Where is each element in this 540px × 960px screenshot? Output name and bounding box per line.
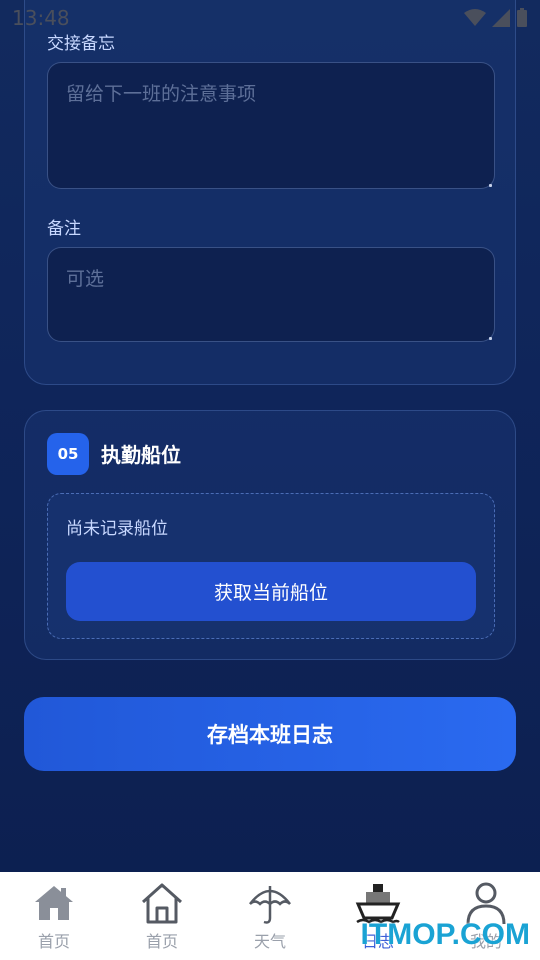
position-box: 尚未记录船位 获取当前船位	[47, 493, 495, 639]
status-time: 13:48	[12, 6, 70, 30]
position-empty-text: 尚未记录船位	[66, 519, 168, 539]
tab-home-2[interactable]: 首页	[108, 872, 216, 960]
umbrella-icon	[249, 886, 291, 924]
resize-handle-icon[interactable]	[489, 184, 492, 187]
cell-signal-icon	[492, 9, 510, 27]
notes-card: 交接备忘 留给下一班的注意事项 备注 可选	[24, 0, 516, 385]
house-filled-icon	[35, 886, 73, 920]
step-badge: 05	[47, 433, 89, 475]
section-title: 执勤船位	[101, 443, 181, 467]
tab-label: 首页	[37, 932, 70, 951]
position-card: 05 执勤船位 尚未记录船位 获取当前船位	[24, 410, 516, 660]
wifi-icon	[464, 9, 486, 26]
tab-label: 天气	[253, 932, 286, 951]
remarks-textarea[interactable]: 可选	[47, 247, 495, 342]
status-icons	[464, 8, 528, 28]
handover-placeholder: 留给下一班的注意事项	[66, 83, 257, 105]
house-outline-icon	[141, 883, 183, 924]
remarks-placeholder: 可选	[66, 268, 105, 290]
get-position-button[interactable]: 获取当前船位	[66, 562, 476, 621]
status-bar: 13:48	[0, 0, 540, 36]
remarks-label: 备注	[47, 219, 81, 239]
watermark: ITMOP.COM	[360, 918, 530, 951]
tab-label: 首页	[145, 932, 178, 951]
handover-textarea[interactable]: 留给下一班的注意事项	[47, 62, 495, 189]
resize-handle-icon[interactable]	[489, 337, 492, 340]
tab-weather[interactable]: 天气	[216, 872, 324, 960]
tab-home[interactable]: 首页	[0, 872, 108, 960]
save-log-button[interactable]: 存档本班日志	[24, 697, 516, 771]
battery-icon	[517, 8, 527, 27]
